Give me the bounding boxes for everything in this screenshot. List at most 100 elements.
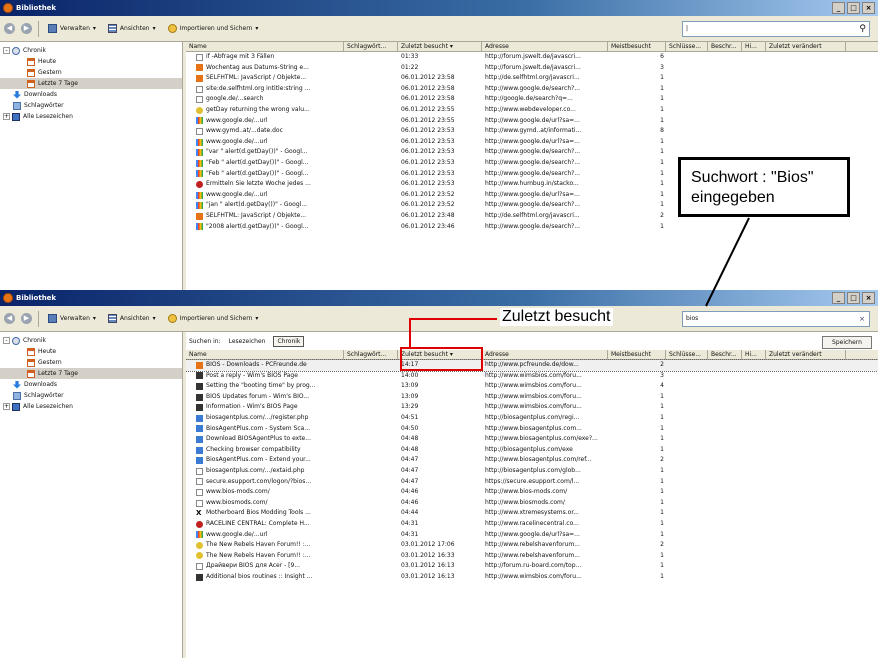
table-row[interactable]: Checking browser compatibility 04:48 http:… bbox=[186, 445, 878, 456]
minimize-button[interactable]: _ bbox=[832, 2, 845, 14]
expand-icon[interactable]: + bbox=[3, 113, 10, 120]
forward-button[interactable]: ▶ bbox=[21, 313, 32, 324]
date-cell: 14:17 bbox=[401, 361, 419, 368]
table-row[interactable]: Information - Wim's BIOS Page 13:29 http:/… bbox=[186, 402, 878, 413]
table-row[interactable]: Wochentag aus Datums-String e... 01:22 htt… bbox=[186, 63, 878, 74]
forward-button[interactable]: ▶ bbox=[21, 23, 32, 34]
table-row[interactable]: www.gymd..at/...date.doc 06.01.2012 23:53… bbox=[186, 126, 878, 137]
table-row[interactable]: BiosAgentPlus.com - System Sca... 04:50 ht… bbox=[186, 424, 878, 435]
visit-count-cell: 1 bbox=[660, 169, 664, 177]
column-header[interactable]: Adresse bbox=[482, 350, 608, 359]
views-menu[interactable]: Ansichten ▾ bbox=[105, 312, 159, 325]
maximize-button[interactable]: □ bbox=[847, 2, 860, 14]
table-row[interactable]: google.de/...search 06.01.2012 23:58 http:… bbox=[186, 94, 878, 105]
hidden-cell bbox=[742, 572, 766, 583]
column-header[interactable]: Meistbesucht bbox=[608, 42, 666, 51]
table-row[interactable]: secure.esupport.com/logon/?bios... 04:47 h… bbox=[186, 477, 878, 488]
table-row[interactable]: Download BIOSAgentPlus to exte... 04:48 ht… bbox=[186, 434, 878, 445]
tree-item[interactable]: + Alle Lesezeichen bbox=[0, 111, 182, 122]
table-row[interactable]: Драйвери BIOS для Acer - [9... 03.01.2012… bbox=[186, 561, 878, 572]
tree-item[interactable]: Downloads bbox=[0, 379, 182, 390]
organize-menu[interactable]: Verwalten ▾ bbox=[45, 312, 99, 325]
column-header[interactable]: Zuletzt besucht ▾ bbox=[398, 350, 482, 359]
import-menu[interactable]: Importieren und Sichern ▾ bbox=[165, 22, 262, 35]
tree-item[interactable]: Schlagwörter bbox=[0, 390, 182, 401]
tree-item[interactable]: Downloads bbox=[0, 89, 182, 100]
back-button[interactable]: ◀ bbox=[4, 23, 15, 34]
table-row[interactable]: www.google.de/...url 06.01.2012 23:53 http… bbox=[186, 137, 878, 148]
keyword-cell bbox=[344, 84, 398, 95]
column-header[interactable]: Hi... bbox=[742, 42, 766, 51]
tree-item[interactable]: Gestern bbox=[0, 67, 182, 78]
table-row[interactable]: X Motherboard Bios Modding Tools ... 04:44… bbox=[186, 508, 878, 519]
scope-history-button[interactable]: Chronik bbox=[273, 335, 305, 347]
search-input[interactable]: bios × bbox=[682, 311, 870, 327]
minimize-button[interactable]: _ bbox=[832, 292, 845, 304]
table-row[interactable]: getDay returning the wrong valu... 06.01.… bbox=[186, 105, 878, 116]
column-header[interactable]: Zuletzt besucht ▾ bbox=[398, 42, 482, 51]
column-header[interactable]: Schlüsse... bbox=[666, 42, 708, 51]
table-row[interactable]: Additional bios routines :: Insight ... 0… bbox=[186, 572, 878, 583]
table-row[interactable]: Post a reply - Wim's BIOS Page 14:00 http:… bbox=[186, 371, 878, 382]
table-row[interactable]: BiosAgentPlus.com - Extend your... 04:47 h… bbox=[186, 455, 878, 466]
column-header[interactable]: Schlüsse... bbox=[666, 350, 708, 359]
search-icon[interactable]: ⚲ bbox=[859, 23, 866, 35]
table-row[interactable]: www.biosmods.com/04:46 http://www.biosmod… bbox=[186, 498, 878, 509]
tree-item[interactable]: - Chronik bbox=[0, 335, 182, 346]
maximize-button[interactable]: □ bbox=[847, 292, 860, 304]
table-row[interactable]: BIOS Updates forum - Wim's BIO... 13:09 ht… bbox=[186, 392, 878, 403]
tree-item[interactable]: Heute bbox=[0, 346, 182, 357]
column-header[interactable]: Schlagwört... bbox=[344, 42, 398, 51]
collapse-icon[interactable]: - bbox=[3, 47, 10, 54]
table-row[interactable]: The New Rebels Haven Forum!! :... 03.01.2… bbox=[186, 540, 878, 551]
column-header[interactable]: Name bbox=[186, 42, 344, 51]
table-row[interactable]: www.google.de/...url 04:31 http://www.goog… bbox=[186, 530, 878, 541]
tree-item[interactable]: Heute bbox=[0, 56, 182, 67]
tree-item[interactable]: - Chronik bbox=[0, 45, 182, 56]
table-row[interactable]: site:de.selfhtml.org intitle:string ... 0… bbox=[186, 84, 878, 95]
table-row[interactable]: SELFHTML: JavaScript / Objekte... 06.01.2… bbox=[186, 73, 878, 84]
table-row[interactable]: Setting the "booting time" by prog... 13:… bbox=[186, 381, 878, 392]
column-header[interactable]: Meistbesucht bbox=[608, 350, 666, 359]
back-button[interactable]: ◀ bbox=[4, 313, 15, 324]
tree-item[interactable]: Letzte 7 Tage bbox=[0, 368, 182, 379]
column-header[interactable]: Adresse bbox=[482, 42, 608, 51]
expand-icon[interactable]: + bbox=[3, 403, 10, 410]
table-row[interactable]: www.bios-mods.com/04:46 http://www.bios-m… bbox=[186, 487, 878, 498]
table-row[interactable]: RACELINE CENTRAL: Complete H... 04:31 http… bbox=[186, 519, 878, 530]
save-search-button[interactable]: Speichern bbox=[822, 336, 872, 349]
close-button[interactable]: × bbox=[862, 2, 875, 14]
address-cell: http://www.racelinecentral.co... bbox=[485, 519, 579, 527]
table-row[interactable]: "2008 alert(d.getDay())" - Googl... 06.01… bbox=[186, 222, 878, 233]
column-header[interactable]: Name bbox=[186, 350, 344, 359]
tree-item[interactable]: Gestern bbox=[0, 357, 182, 368]
search-input[interactable]: | ⚲ bbox=[682, 21, 870, 37]
table-row[interactable]: biosagentplus.com/.../extaid.php 04:47 htt… bbox=[186, 466, 878, 477]
import-menu[interactable]: Importieren und Sichern ▾ bbox=[165, 312, 262, 325]
address-cell: http://www.google.de/url?sa=... bbox=[485, 190, 580, 198]
column-header[interactable]: Beschr... bbox=[708, 350, 742, 359]
table-row[interactable]: if -Abfrage mit 3 Fällen 01:33 http://foru… bbox=[186, 52, 878, 63]
scope-bookmarks-button[interactable]: Lesezeichen bbox=[226, 337, 269, 346]
date-cell: 06.01.2012 23:52 bbox=[401, 190, 455, 198]
column-header[interactable]: Beschr... bbox=[708, 42, 742, 51]
tree-item[interactable]: Schlagwörter bbox=[0, 100, 182, 111]
date-cell: 03.01.2012 16:13 bbox=[401, 572, 455, 580]
organize-menu[interactable]: Verwalten ▾ bbox=[45, 22, 99, 35]
column-header[interactable]: Hi... bbox=[742, 350, 766, 359]
table-row[interactable]: BIOS - Downloads - PCFreunde.de 14:17 http… bbox=[186, 359, 878, 372]
table-row[interactable]: biosagentplus.com/.../register.php 04:51 h… bbox=[186, 413, 878, 424]
name-cell: The New Rebels Haven Forum!! :... bbox=[186, 540, 344, 551]
collapse-icon[interactable]: - bbox=[3, 337, 10, 344]
table-row[interactable]: www.google.de/...url 06.01.2012 23:55 http… bbox=[186, 116, 878, 127]
column-header[interactable]: Schlagwört... bbox=[344, 350, 398, 359]
table-row[interactable]: The New Rebels Haven Forum!! :... 03.01.2… bbox=[186, 551, 878, 562]
close-button[interactable]: × bbox=[862, 292, 875, 304]
tree-item[interactable]: + Alle Lesezeichen bbox=[0, 401, 182, 412]
clear-search-icon[interactable]: × bbox=[859, 312, 865, 326]
tree-item[interactable]: Letzte 7 Tage bbox=[0, 78, 182, 89]
views-menu[interactable]: Ansichten ▾ bbox=[105, 22, 159, 35]
column-header[interactable]: Zuletzt verändert bbox=[766, 350, 846, 359]
download-icon bbox=[13, 90, 21, 99]
column-header[interactable]: Zuletzt verändert bbox=[766, 42, 846, 51]
